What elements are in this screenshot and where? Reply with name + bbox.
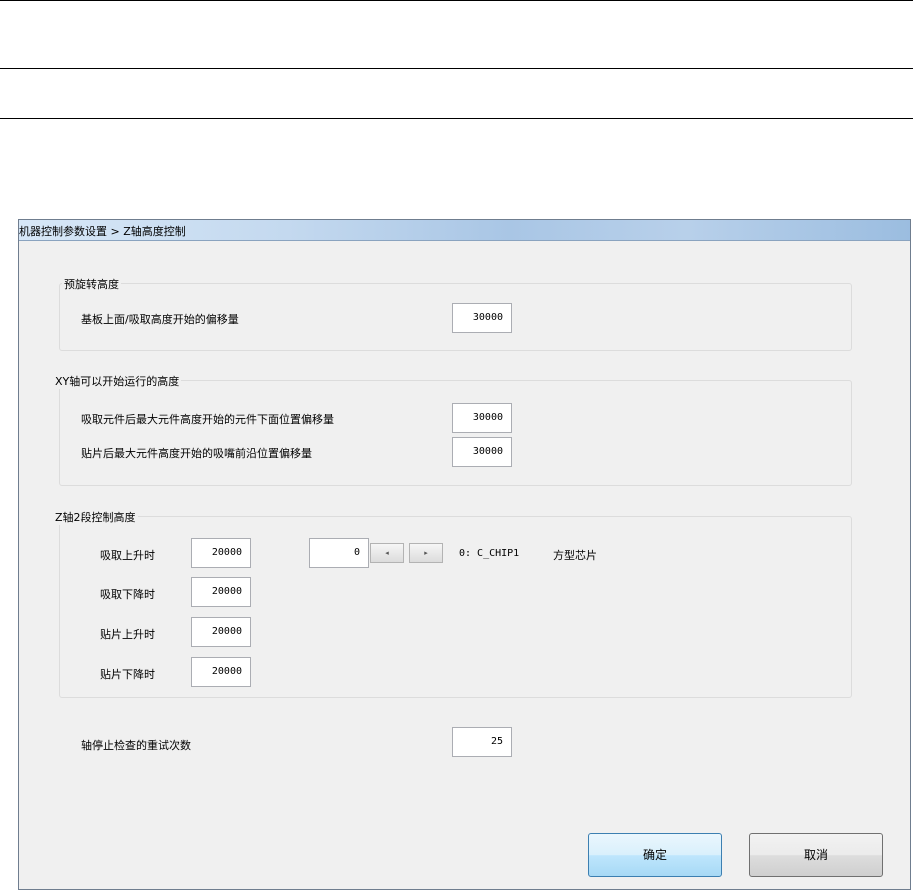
group-z2 <box>59 516 852 698</box>
page-rule-middle <box>0 68 913 69</box>
pickup-up-label: 吸取上升时 <box>100 549 155 562</box>
group-z2-title: Z轴2段控制高度 <box>53 509 138 525</box>
pickup-offset-label: 吸取元件后最大元件高度开始的元件下面位置偏移量 <box>81 413 334 426</box>
pickup-down-input[interactable]: 20000 <box>191 577 251 607</box>
pickup-offset-input[interactable]: 30000 <box>452 403 512 433</box>
retry-count-label: 轴停止检查的重试次数 <box>81 739 191 752</box>
group-xy-title: XY轴可以开始运行的高度 <box>53 373 182 389</box>
cancel-button[interactable]: 取消 <box>749 833 883 877</box>
pickup-down-label: 吸取下降时 <box>100 588 155 601</box>
substrate-offset-input[interactable]: 30000 <box>452 303 512 333</box>
retry-count-input[interactable]: 25 <box>452 727 512 757</box>
place-up-label: 贴片上升时 <box>100 628 155 641</box>
part-index-input[interactable]: 0 <box>309 538 369 568</box>
place-down-input[interactable]: 20000 <box>191 657 251 687</box>
group-xy <box>59 380 852 486</box>
ok-button[interactable]: 确定 <box>588 833 722 877</box>
dialog-body: 预旋转高度 基板上面/吸取高度开始的偏移量 30000 XY轴可以开始运行的高度… <box>22 241 907 886</box>
prev-part-button[interactable]: ◂ <box>370 543 404 563</box>
group-prerotate-title: 预旋转高度 <box>62 276 121 292</box>
pickup-up-input[interactable]: 20000 <box>191 538 251 568</box>
place-up-input[interactable]: 20000 <box>191 617 251 647</box>
page-rule-top <box>0 0 913 1</box>
part-code: 0: C_CHIP1 <box>459 548 520 559</box>
part-name: 方型芯片 <box>553 549 597 562</box>
substrate-offset-label: 基板上面/吸取高度开始的偏移量 <box>81 313 239 326</box>
window-title: 机器控制参数设置 > Z轴高度控制 <box>19 225 186 238</box>
settings-dialog: 机器控制参数设置 > Z轴高度控制 预旋转高度 基板上面/吸取高度开始的偏移量 … <box>18 219 911 890</box>
page-rule-bottom <box>0 118 913 119</box>
place-offset-label: 贴片后最大元件高度开始的吸嘴前沿位置偏移量 <box>81 447 312 460</box>
place-down-label: 贴片下降时 <box>100 668 155 681</box>
next-part-button[interactable]: ▸ <box>409 543 443 563</box>
place-offset-input[interactable]: 30000 <box>452 437 512 467</box>
title-bar[interactable]: 机器控制参数设置 > Z轴高度控制 <box>19 220 910 241</box>
